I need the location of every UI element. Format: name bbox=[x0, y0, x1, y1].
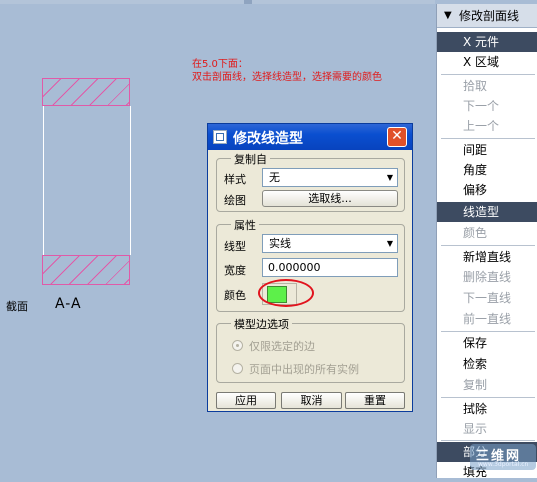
menu-item-pick[interactable]: 拾取 bbox=[437, 76, 537, 96]
linetype-label: 线型 bbox=[224, 240, 246, 253]
dialog-app-icon bbox=[213, 130, 227, 144]
section-hatch-bottom[interactable] bbox=[42, 255, 130, 285]
dropdown-arrow-icon: ▼ bbox=[386, 239, 393, 248]
menu-item-line-style[interactable]: 线造型 bbox=[437, 202, 537, 222]
menu-item-delete-line[interactable]: 删除直线 bbox=[437, 267, 537, 287]
watermark-logo: 三维网 www.3dportal.cn bbox=[470, 444, 536, 470]
section-hatch-top[interactable] bbox=[42, 78, 130, 106]
menu-item-add-line[interactable]: 新增直线 bbox=[437, 247, 537, 267]
menu-separator bbox=[441, 138, 535, 139]
copy-from-title: 复制自 bbox=[231, 151, 270, 167]
dialog-titlebar[interactable]: 修改线造型 ✕ bbox=[208, 124, 412, 150]
radio-all-instances[interactable] bbox=[232, 363, 243, 374]
menu-item-retrieve[interactable]: 检索 bbox=[437, 354, 537, 374]
menu-item-copy[interactable]: 复制 bbox=[437, 375, 537, 395]
collapse-arrow-icon: ▼ bbox=[444, 10, 452, 21]
style-select-value: 无 bbox=[269, 171, 280, 184]
radio-selected-edges-label: 仅限选定的边 bbox=[249, 340, 315, 353]
style-label: 样式 bbox=[224, 173, 246, 186]
modify-xhatch-menu: ▼ 修改剖面线 X 元件 X 区域 拾取 下一个 上一个 间距 角度 偏移 线造… bbox=[436, 4, 537, 479]
menu-item-color[interactable]: 颜色 bbox=[437, 223, 537, 243]
cancel-button[interactable]: 取消 bbox=[281, 392, 342, 409]
menu-item-angle[interactable]: 角度 bbox=[437, 160, 537, 180]
menu-item-spacing[interactable]: 间距 bbox=[437, 140, 537, 160]
dialog-title: 修改线造型 bbox=[233, 131, 303, 147]
menu-item-next-line[interactable]: 下一直线 bbox=[437, 288, 537, 308]
width-label: 宽度 bbox=[224, 264, 246, 277]
menu-item-x-component[interactable]: X 元件 bbox=[437, 32, 537, 52]
drawing-label: 绘图 bbox=[224, 194, 246, 207]
menu-header[interactable]: ▼ 修改剖面线 bbox=[437, 4, 537, 28]
menu-separator bbox=[441, 74, 535, 75]
style-select[interactable]: 无 ▼ bbox=[262, 168, 398, 187]
menu-item-erase[interactable]: 拭除 bbox=[437, 399, 537, 419]
menu-header-label: 修改剖面线 bbox=[459, 9, 520, 23]
linetype-select[interactable]: 实线 ▼ bbox=[262, 234, 398, 253]
menu-item-next[interactable]: 下一个 bbox=[437, 96, 537, 116]
model-edge-title: 模型边选项 bbox=[231, 316, 292, 332]
modify-line-style-dialog: 修改线造型 ✕ 复制自 样式 无 ▼ 绘图 选取线... 属性 线型 实线 ▼ … bbox=[207, 123, 413, 412]
menu-item-previous[interactable]: 上一个 bbox=[437, 116, 537, 136]
section-edge-left bbox=[43, 106, 44, 255]
color-label: 颜色 bbox=[224, 289, 246, 302]
width-input[interactable]: 0.000000 bbox=[262, 258, 398, 277]
instruction-annotation: 在5.0下面： 双击剖面线，选择线造型，选择需要的颜色 bbox=[192, 58, 382, 84]
copy-from-group: 复制自 样式 无 ▼ 绘图 选取线... bbox=[216, 151, 405, 212]
apply-button[interactable]: 应用 bbox=[216, 392, 276, 409]
menu-separator bbox=[441, 397, 535, 398]
menu-item-show[interactable]: 显示 bbox=[437, 419, 537, 439]
linetype-select-value: 实线 bbox=[269, 237, 291, 250]
reset-button[interactable]: 重置 bbox=[345, 392, 405, 409]
annotation-line-2: 双击剖面线，选择线造型，选择需要的颜色 bbox=[192, 72, 382, 83]
watermark-url: www.3dportal.cn bbox=[478, 461, 529, 468]
select-line-button[interactable]: 选取线... bbox=[262, 190, 398, 207]
dropdown-arrow-icon: ▼ bbox=[386, 173, 393, 182]
radio-selected-edges[interactable] bbox=[232, 340, 243, 351]
menu-item-offset[interactable]: 偏移 bbox=[437, 180, 537, 200]
menu-separator bbox=[441, 440, 535, 441]
top-border bbox=[0, 0, 435, 4]
attributes-title: 属性 bbox=[231, 217, 259, 233]
section-label: 截面 bbox=[6, 300, 28, 313]
menu-item-previous-line[interactable]: 前一直线 bbox=[437, 309, 537, 329]
highlight-ellipse bbox=[258, 279, 314, 307]
menu-separator bbox=[441, 245, 535, 246]
top-tick bbox=[244, 0, 252, 4]
section-edge-right bbox=[130, 106, 131, 255]
close-icon[interactable]: ✕ bbox=[387, 127, 407, 147]
section-name: A-A bbox=[55, 296, 82, 312]
model-edge-group: 模型边选项 仅限选定的边 页面中出现的所有实例 bbox=[216, 316, 405, 383]
menu-item-x-area[interactable]: X 区域 bbox=[437, 52, 537, 72]
menu-item-save[interactable]: 保存 bbox=[437, 333, 537, 353]
radio-all-instances-label: 页面中出现的所有实例 bbox=[249, 363, 359, 376]
annotation-line-1: 在5.0下面： bbox=[192, 59, 248, 70]
menu-separator bbox=[441, 331, 535, 332]
